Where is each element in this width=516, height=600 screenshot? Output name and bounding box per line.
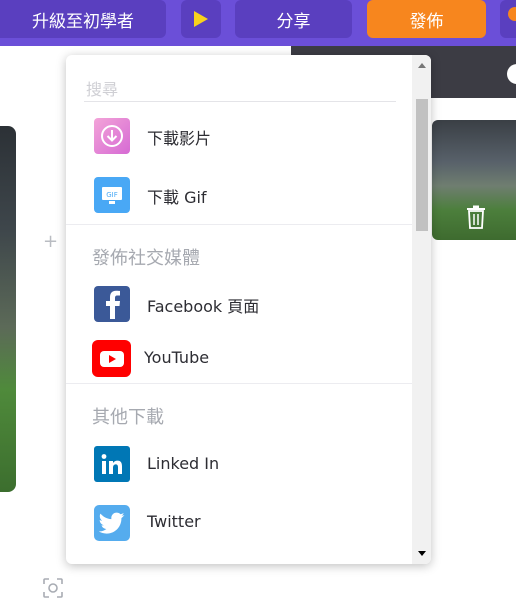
section-header-other: 其他下載 bbox=[92, 407, 164, 428]
menu-item-label: 下載影片 bbox=[147, 129, 212, 148]
section-header-social: 發佈社交媒體 bbox=[92, 248, 200, 269]
publish-dropdown: 下載影片 GIF 下載 Gif 發佈社交媒體 Facebook 頁面 bbox=[66, 55, 431, 564]
menu-item-label: YouTube bbox=[144, 348, 210, 367]
download-video-icon bbox=[94, 118, 130, 154]
scroll-thumb[interactable] bbox=[416, 99, 428, 231]
trash-icon[interactable] bbox=[466, 205, 486, 229]
top-toolbar: 升級至初學者 分享 發佈 bbox=[0, 0, 516, 46]
search-input[interactable] bbox=[84, 77, 396, 102]
svg-text:GIF: GIF bbox=[106, 191, 118, 199]
upgrade-button-label: 升級至初學者 bbox=[32, 11, 134, 32]
share-button-label: 分享 bbox=[276, 11, 311, 32]
menu-item-twitter[interactable]: Twitter bbox=[66, 497, 412, 547]
avatar[interactable] bbox=[500, 0, 516, 38]
scroll-down-icon[interactable] bbox=[418, 551, 426, 556]
divider bbox=[66, 383, 412, 384]
menu-item-facebook[interactable]: Facebook 頁面 bbox=[66, 278, 412, 328]
scroll-up-icon[interactable] bbox=[418, 63, 426, 68]
menu-item-label: Twitter bbox=[147, 512, 201, 531]
focus-icon[interactable] bbox=[42, 577, 64, 599]
scene-thumbnail-left[interactable] bbox=[0, 126, 16, 492]
dropdown-scrollbar[interactable] bbox=[412, 55, 431, 564]
menu-item-linkedin[interactable]: Linked In bbox=[66, 439, 412, 489]
gif-icon: GIF bbox=[94, 177, 130, 213]
linkedin-icon bbox=[94, 446, 130, 482]
menu-item-youtube[interactable]: YouTube bbox=[66, 333, 412, 383]
play-icon bbox=[194, 11, 208, 27]
publish-button-label: 發佈 bbox=[409, 11, 444, 32]
menu-item-label: Facebook 頁面 bbox=[147, 297, 260, 316]
play-button[interactable] bbox=[181, 0, 221, 38]
upgrade-button[interactable]: 升級至初學者 bbox=[0, 0, 166, 38]
avatar-icon bbox=[508, 7, 516, 21]
share-button[interactable]: 分享 bbox=[235, 0, 352, 38]
divider bbox=[66, 224, 412, 225]
youtube-icon bbox=[92, 340, 131, 377]
publish-button[interactable]: 發佈 bbox=[367, 0, 486, 38]
facebook-icon bbox=[94, 286, 130, 322]
menu-item-label: Linked In bbox=[147, 454, 220, 473]
twitter-icon bbox=[94, 505, 130, 541]
menu-item-download-video[interactable]: 下載影片 bbox=[66, 110, 412, 160]
add-scene-icon[interactable]: + bbox=[43, 231, 58, 252]
menu-item-download-gif[interactable]: GIF 下載 Gif bbox=[66, 169, 412, 219]
menu-item-label: 下載 Gif bbox=[147, 188, 207, 207]
